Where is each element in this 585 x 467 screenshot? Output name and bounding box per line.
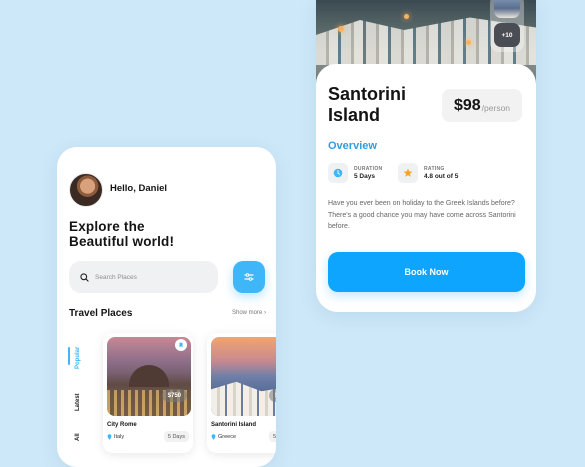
home-screen-card: Hello, Daniel Explore the Beautiful worl… (57, 147, 276, 467)
place-card-city-rome[interactable]: $750 City Rome Italy 5 Days (103, 333, 193, 453)
price-box: $98 /person (442, 89, 522, 122)
location-pin-icon (107, 434, 112, 440)
page-headline: Explore the Beautiful world! (69, 219, 249, 249)
price-amount: $98 (453, 96, 481, 114)
detail-screen-card: +10 Santorini Island $98 /person Overvie… (316, 0, 536, 312)
duration-label: DURATION (354, 166, 383, 172)
active-tab-indicator (68, 347, 70, 365)
overview-heading: Overview (328, 140, 377, 152)
duration-badge: 5 Days (163, 431, 189, 442)
place-title: Santorini Island (328, 84, 438, 126)
place-image (211, 337, 276, 416)
headline-line-1: Explore the (69, 219, 145, 234)
bookmark-icon[interactable] (175, 339, 187, 351)
search-bar[interactable] (69, 261, 218, 293)
tab-popular[interactable]: Popular (75, 347, 81, 369)
price-unit: /person (481, 102, 511, 113)
place-location: Italy (107, 434, 124, 440)
gallery-strip: +10 (490, 0, 524, 52)
search-input[interactable] (95, 273, 205, 281)
place-location: Greece (211, 434, 236, 440)
gallery-more-button[interactable]: +10 (494, 23, 520, 47)
place-card-santorini[interactable]: $8 Santorini Island Greece 5 (207, 333, 276, 453)
avatar[interactable] (69, 173, 103, 207)
duration-icon-box (328, 163, 348, 183)
place-name: Santorini Island (211, 422, 257, 428)
place-title-line-2: Island (328, 105, 381, 125)
greeting-text: Hello, Daniel (110, 183, 168, 194)
filter-button[interactable] (233, 261, 265, 293)
price-badge: $8 (269, 389, 276, 402)
place-name: City Rome (107, 422, 137, 428)
detail-sheet: Santorini Island $98 /person Overview DU… (316, 64, 536, 312)
filter-icon (244, 273, 254, 281)
duration-badge: 5 (269, 431, 276, 442)
place-location-label: Italy (114, 434, 125, 440)
rating-icon-box (398, 163, 418, 183)
place-title-line-1: Santorini (328, 84, 407, 104)
price-badge: $750 (161, 389, 187, 402)
rating-value: 4.8 out of 5 (424, 173, 459, 180)
duration-value: 5 Days (354, 173, 375, 180)
clock-icon (333, 168, 343, 178)
search-icon (80, 272, 89, 282)
location-pin-icon (211, 434, 216, 440)
headline-line-2: Beautiful world! (69, 234, 175, 249)
section-title: Travel Places (69, 308, 133, 319)
book-now-button[interactable]: Book Now (328, 252, 525, 292)
show-more-link[interactable]: Show more › (232, 310, 266, 316)
tab-all[interactable]: All (75, 433, 81, 441)
tab-latest[interactable]: Latest (75, 393, 81, 411)
place-description: Have you ever been on holiday to the Gre… (328, 200, 516, 230)
rating-label: RATING (424, 166, 445, 172)
gallery-thumbnail[interactable] (494, 0, 520, 18)
star-icon (403, 168, 413, 177)
place-location-label: Greece (218, 434, 237, 440)
